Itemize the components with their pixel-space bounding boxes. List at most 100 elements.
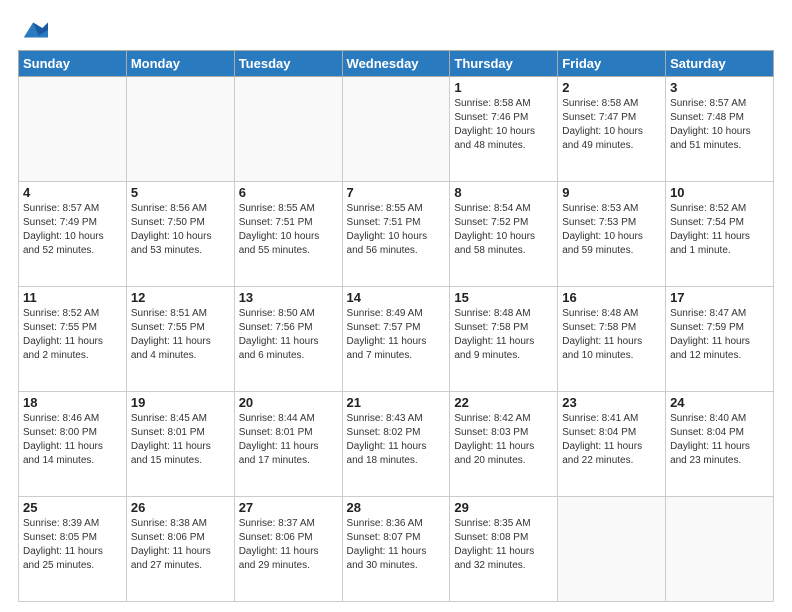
day-info: Sunrise: 8:58 AM Sunset: 7:46 PM Dayligh… [454, 97, 553, 153]
header [18, 16, 774, 42]
calendar-cell: 18 Sunrise: 8:46 AM Sunset: 8:00 PM Dayli… [19, 392, 127, 497]
calendar-cell: 24 Sunrise: 8:40 AM Sunset: 8:04 PM Dayli… [666, 392, 774, 497]
day-number: 18 [23, 395, 122, 410]
day-number: 23 [562, 395, 661, 410]
day-info: Sunrise: 8:55 AM Sunset: 7:51 PM Dayligh… [239, 202, 338, 258]
day-info: Sunrise: 8:41 AM Sunset: 8:04 PM Dayligh… [562, 412, 661, 468]
day-info: Sunrise: 8:35 AM Sunset: 8:08 PM Dayligh… [454, 517, 553, 573]
day-info: Sunrise: 8:49 AM Sunset: 7:57 PM Dayligh… [347, 307, 446, 363]
day-number: 8 [454, 185, 553, 200]
day-info: Sunrise: 8:43 AM Sunset: 8:02 PM Dayligh… [347, 412, 446, 468]
calendar-cell: 28 Sunrise: 8:36 AM Sunset: 8:07 PM Dayli… [342, 497, 450, 602]
day-number: 19 [131, 395, 230, 410]
day-info: Sunrise: 8:46 AM Sunset: 8:00 PM Dayligh… [23, 412, 122, 468]
day-number: 13 [239, 290, 338, 305]
logo-text [18, 16, 48, 44]
day-number: 2 [562, 80, 661, 95]
calendar-cell: 27 Sunrise: 8:37 AM Sunset: 8:06 PM Dayli… [234, 497, 342, 602]
calendar-header-row: SundayMondayTuesdayWednesdayThursdayFrid… [19, 51, 774, 77]
day-info: Sunrise: 8:37 AM Sunset: 8:06 PM Dayligh… [239, 517, 338, 573]
day-number: 3 [670, 80, 769, 95]
logo-icon [20, 16, 48, 44]
calendar-cell: 22 Sunrise: 8:42 AM Sunset: 8:03 PM Dayli… [450, 392, 558, 497]
calendar-cell: 23 Sunrise: 8:41 AM Sunset: 8:04 PM Dayli… [558, 392, 666, 497]
day-of-week-thursday: Thursday [450, 51, 558, 77]
day-info: Sunrise: 8:56 AM Sunset: 7:50 PM Dayligh… [131, 202, 230, 258]
day-info: Sunrise: 8:40 AM Sunset: 8:04 PM Dayligh… [670, 412, 769, 468]
calendar-cell: 19Sunrise: 8:45 AM Sunset: 8:01 PM Dayli… [126, 392, 234, 497]
page: SundayMondayTuesdayWednesdayThursdayFrid… [0, 0, 792, 612]
calendar-cell: 7Sunrise: 8:55 AM Sunset: 7:51 PM Daylig… [342, 182, 450, 287]
day-of-week-monday: Monday [126, 51, 234, 77]
day-number: 14 [347, 290, 446, 305]
day-info: Sunrise: 8:44 AM Sunset: 8:01 PM Dayligh… [239, 412, 338, 468]
day-info: Sunrise: 8:52 AM Sunset: 7:54 PM Dayligh… [670, 202, 769, 258]
day-number: 16 [562, 290, 661, 305]
calendar-cell: 8Sunrise: 8:54 AM Sunset: 7:52 PM Daylig… [450, 182, 558, 287]
calendar-cell: 6 Sunrise: 8:55 AM Sunset: 7:51 PM Daylig… [234, 182, 342, 287]
calendar-cell: 20Sunrise: 8:44 AM Sunset: 8:01 PM Dayli… [234, 392, 342, 497]
calendar-cell: 29 Sunrise: 8:35 AM Sunset: 8:08 PM Dayli… [450, 497, 558, 602]
calendar-cell: 13Sunrise: 8:50 AM Sunset: 7:56 PM Dayli… [234, 287, 342, 392]
day-number: 5 [131, 185, 230, 200]
calendar-cell: 10 Sunrise: 8:52 AM Sunset: 7:54 PM Dayli… [666, 182, 774, 287]
calendar-cell: 11 Sunrise: 8:52 AM Sunset: 7:55 PM Dayli… [19, 287, 127, 392]
day-number: 22 [454, 395, 553, 410]
day-of-week-tuesday: Tuesday [234, 51, 342, 77]
calendar-cell: 15 Sunrise: 8:48 AM Sunset: 7:58 PM Dayli… [450, 287, 558, 392]
day-info: Sunrise: 8:58 AM Sunset: 7:47 PM Dayligh… [562, 97, 661, 153]
day-number: 9 [562, 185, 661, 200]
day-info: Sunrise: 8:47 AM Sunset: 7:59 PM Dayligh… [670, 307, 769, 363]
day-info: Sunrise: 8:57 AM Sunset: 7:49 PM Dayligh… [23, 202, 122, 258]
calendar-cell: 3Sunrise: 8:57 AM Sunset: 7:48 PM Daylig… [666, 77, 774, 182]
day-number: 1 [454, 80, 553, 95]
calendar-cell [126, 77, 234, 182]
day-number: 4 [23, 185, 122, 200]
day-of-week-friday: Friday [558, 51, 666, 77]
calendar-cell: 12Sunrise: 8:51 AM Sunset: 7:55 PM Dayli… [126, 287, 234, 392]
calendar-body: 1 Sunrise: 8:58 AM Sunset: 7:46 PM Daylig… [19, 77, 774, 602]
day-info: Sunrise: 8:36 AM Sunset: 8:07 PM Dayligh… [347, 517, 446, 573]
calendar-cell: 9 Sunrise: 8:53 AM Sunset: 7:53 PM Daylig… [558, 182, 666, 287]
calendar-cell: 26 Sunrise: 8:38 AM Sunset: 8:06 PM Dayli… [126, 497, 234, 602]
calendar-cell: 2 Sunrise: 8:58 AM Sunset: 7:47 PM Daylig… [558, 77, 666, 182]
day-number: 21 [347, 395, 446, 410]
calendar-cell: 5 Sunrise: 8:56 AM Sunset: 7:50 PM Daylig… [126, 182, 234, 287]
calendar-cell: 14 Sunrise: 8:49 AM Sunset: 7:57 PM Dayli… [342, 287, 450, 392]
calendar-cell: 16 Sunrise: 8:48 AM Sunset: 7:58 PM Dayli… [558, 287, 666, 392]
day-number: 7 [347, 185, 446, 200]
day-info: Sunrise: 8:52 AM Sunset: 7:55 PM Dayligh… [23, 307, 122, 363]
day-info: Sunrise: 8:39 AM Sunset: 8:05 PM Dayligh… [23, 517, 122, 573]
calendar-week-2: 11 Sunrise: 8:52 AM Sunset: 7:55 PM Dayli… [19, 287, 774, 392]
calendar-cell: 25Sunrise: 8:39 AM Sunset: 8:05 PM Dayli… [19, 497, 127, 602]
logo [18, 16, 48, 42]
calendar-week-1: 4 Sunrise: 8:57 AM Sunset: 7:49 PM Daylig… [19, 182, 774, 287]
day-info: Sunrise: 8:42 AM Sunset: 8:03 PM Dayligh… [454, 412, 553, 468]
day-number: 11 [23, 290, 122, 305]
calendar-table: SundayMondayTuesdayWednesdayThursdayFrid… [18, 50, 774, 602]
calendar-cell: 4 Sunrise: 8:57 AM Sunset: 7:49 PM Daylig… [19, 182, 127, 287]
day-number: 17 [670, 290, 769, 305]
day-number: 10 [670, 185, 769, 200]
day-number: 26 [131, 500, 230, 515]
calendar-cell: 21 Sunrise: 8:43 AM Sunset: 8:02 PM Dayli… [342, 392, 450, 497]
day-number: 29 [454, 500, 553, 515]
calendar-week-0: 1 Sunrise: 8:58 AM Sunset: 7:46 PM Daylig… [19, 77, 774, 182]
day-number: 27 [239, 500, 338, 515]
day-number: 24 [670, 395, 769, 410]
calendar-cell: 1 Sunrise: 8:58 AM Sunset: 7:46 PM Daylig… [450, 77, 558, 182]
day-of-week-saturday: Saturday [666, 51, 774, 77]
day-number: 28 [347, 500, 446, 515]
calendar-cell [19, 77, 127, 182]
calendar-cell [558, 497, 666, 602]
day-info: Sunrise: 8:48 AM Sunset: 7:58 PM Dayligh… [562, 307, 661, 363]
day-of-week-wednesday: Wednesday [342, 51, 450, 77]
day-info: Sunrise: 8:51 AM Sunset: 7:55 PM Dayligh… [131, 307, 230, 363]
day-number: 15 [454, 290, 553, 305]
day-info: Sunrise: 8:48 AM Sunset: 7:58 PM Dayligh… [454, 307, 553, 363]
day-info: Sunrise: 8:53 AM Sunset: 7:53 PM Dayligh… [562, 202, 661, 258]
day-of-week-sunday: Sunday [19, 51, 127, 77]
day-info: Sunrise: 8:38 AM Sunset: 8:06 PM Dayligh… [131, 517, 230, 573]
day-number: 6 [239, 185, 338, 200]
calendar-cell [234, 77, 342, 182]
